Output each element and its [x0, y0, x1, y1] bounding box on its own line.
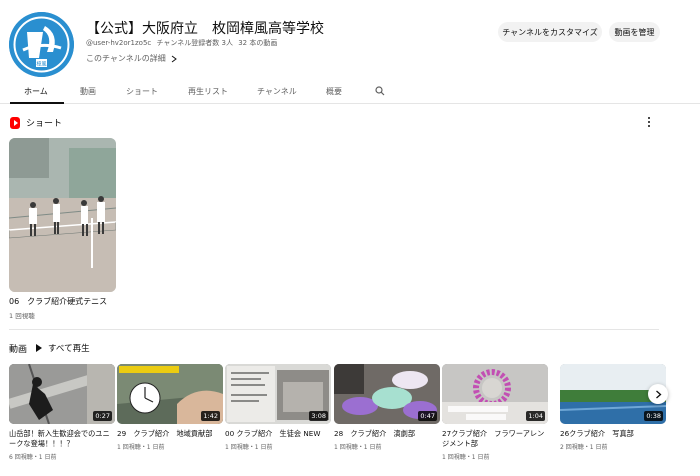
video-meta: 6 回視聴・1 日前: [9, 454, 57, 461]
channel-avatar[interactable]: 樟風: [9, 12, 74, 77]
video-duration: 0:27: [93, 411, 112, 421]
short-views: 1 回視聴: [9, 312, 35, 320]
video-duration: 0:47: [418, 411, 437, 421]
video-thumbnail[interactable]: 3:08: [225, 364, 331, 424]
tennis-thumbnail-image: [9, 138, 116, 292]
avatar-text: 樟風: [36, 61, 46, 68]
video-duration: 3:08: [309, 411, 328, 421]
chevron-right-icon: [171, 55, 177, 62]
videos-heading: 動画: [9, 342, 27, 355]
school-logo: 樟風: [9, 12, 74, 77]
video-card[interactable]: 3:08 00 クラブ紹介 生徒会 NEW 1 回視聴・1 日前: [225, 364, 331, 451]
shorts-heading-label: ショート: [26, 119, 63, 129]
shorts-icon: [10, 116, 20, 129]
channel-meta: @user-hv2or1zo5c チャンネル登録者数 3人 32 本の動画: [86, 38, 280, 48]
video-thumbnail[interactable]: 0:27: [9, 364, 115, 424]
active-tab-indicator: [10, 102, 64, 104]
video-count: 32 本の動画: [238, 39, 278, 47]
search-icon[interactable]: [375, 86, 385, 96]
video-card[interactable]: 0:38 26クラブ紹介 写真部 2 回視聴・1 日前: [560, 364, 666, 451]
channel-title: 【公式】大阪府立 枚岡樟風高等学校: [86, 21, 324, 37]
video-meta: 2 回視聴・1 日前: [560, 444, 608, 451]
video-thumbnail[interactable]: 1:42: [117, 364, 223, 424]
tab-home[interactable]: ホーム: [24, 86, 48, 97]
channel-handle: @user-hv2or1zo5c: [86, 39, 152, 47]
video-meta: 1 回視聴・1 日前: [225, 444, 273, 451]
play-all-button[interactable]: すべて再生: [36, 342, 90, 354]
play-all-label: すべて再生: [48, 344, 90, 354]
carousel-next-button[interactable]: [648, 384, 668, 404]
section-divider: [9, 329, 659, 330]
customize-channel-button[interactable]: チャンネルをカスタマイズ: [498, 22, 602, 42]
video-meta: 1 回視聴・1 日前: [117, 444, 165, 451]
video-thumbnail[interactable]: 1:04: [442, 364, 548, 424]
manage-videos-button[interactable]: 動画を管理: [609, 22, 660, 42]
more-vert-icon[interactable]: [646, 116, 652, 128]
video-card[interactable]: 1:42 29 クラブ紹介 地域貢献部 1 回視聴・1 日前: [117, 364, 223, 451]
video-title[interactable]: 28 クラブ紹介 演劇部: [334, 429, 440, 439]
video-duration: 1:04: [526, 411, 545, 421]
video-duration: 1:42: [201, 411, 220, 421]
video-card[interactable]: 1:04 27クラブ紹介 フラワーアレンジメント部 1 回視聴・1 日前: [442, 364, 548, 461]
tab-shorts[interactable]: ショート: [126, 86, 158, 97]
tab-videos[interactable]: 動画: [80, 86, 96, 97]
video-card[interactable]: 0:27 山岳部！新入生歓迎会でのユニークな登場！！！？ 6 回視聴・1 日前: [9, 364, 115, 461]
video-title[interactable]: 29 クラブ紹介 地域貢献部: [117, 429, 223, 439]
video-thumbnail[interactable]: 0:47: [334, 364, 440, 424]
subscriber-count: チャンネル登録者数 3人: [156, 39, 233, 47]
video-duration: 0:38: [644, 411, 663, 421]
chevron-right-icon: [655, 390, 661, 398]
tab-channels[interactable]: チャンネル: [257, 86, 297, 97]
video-title[interactable]: 00 クラブ紹介 生徒会 NEW: [225, 429, 331, 439]
short-title[interactable]: 06 クラブ紹介硬式テニス: [9, 296, 107, 307]
channel-details-label: このチャンネルの詳細: [86, 54, 166, 63]
tab-playlists[interactable]: 再生リスト: [188, 86, 228, 97]
video-card[interactable]: 0:47 28 クラブ紹介 演劇部 1 回視聴・1 日前: [334, 364, 440, 451]
short-thumbnail[interactable]: [9, 138, 116, 292]
shorts-heading: ショート: [10, 116, 62, 129]
channel-details-link[interactable]: このチャンネルの詳細: [86, 53, 177, 64]
channel-tabs: ホーム 動画 ショート 再生リスト チャンネル 概要: [0, 80, 700, 104]
video-title[interactable]: 山岳部！新入生歓迎会でのユニークな登場！！！？: [9, 429, 115, 449]
video-title[interactable]: 26クラブ紹介 写真部: [560, 429, 666, 439]
tab-about[interactable]: 概要: [326, 86, 342, 97]
play-icon: [36, 344, 42, 352]
video-title[interactable]: 27クラブ紹介 フラワーアレンジメント部: [442, 429, 548, 449]
video-meta: 1 回視聴・1 日前: [334, 444, 382, 451]
videos-heading-label: 動画: [9, 345, 28, 355]
video-meta: 1 回視聴・1 日前: [442, 454, 490, 461]
